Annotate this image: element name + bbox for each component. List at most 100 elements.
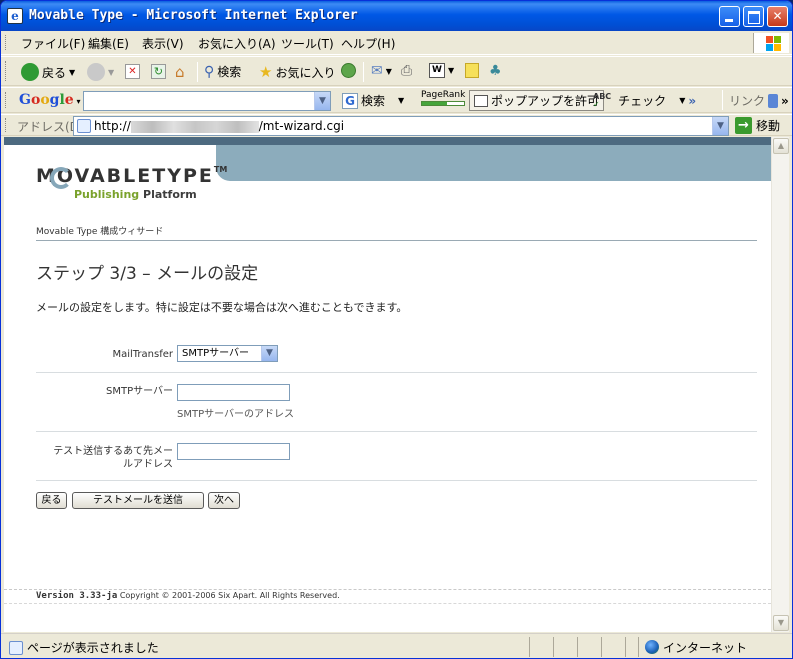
- go-button[interactable]: → 移動: [735, 117, 780, 134]
- chevron-down-icon[interactable]: ▼: [261, 346, 277, 361]
- google-search-input[interactable]: ▼: [83, 91, 331, 111]
- notes-button[interactable]: [465, 63, 479, 78]
- note-icon: [465, 63, 479, 78]
- smtp-server-input[interactable]: [177, 384, 290, 401]
- chevron-down-icon[interactable]: ▼: [712, 117, 728, 135]
- toolbar-separator: [197, 62, 198, 82]
- menu-help[interactable]: ヘルプ(H): [341, 35, 395, 52]
- back-button[interactable]: 戻る: [36, 492, 67, 509]
- row-divider: [36, 372, 757, 373]
- chevron-down-icon: ▼: [108, 67, 115, 77]
- toolbar-grip[interactable]: [5, 118, 8, 132]
- toolbar-separator: [363, 62, 364, 82]
- status-bar: ページが表示されました インターネット: [1, 633, 792, 658]
- chevron-down-icon: ▼: [679, 96, 686, 105]
- breadcrumb: Movable Type 構成ウィサード: [36, 227, 164, 237]
- refresh-icon: ↻: [151, 64, 166, 79]
- mail-transfer-select[interactable]: SMTPサーバー ▼: [177, 345, 278, 362]
- stop-button[interactable]: ✕: [125, 64, 140, 79]
- page-content: MOVABLETYPETM Publishing Platform Movabl…: [4, 137, 771, 632]
- maximize-button[interactable]: [743, 6, 764, 27]
- status-message: ページが表示されました: [9, 639, 159, 656]
- google-toolbar: Google ▾ ▼ G 検索 ▼ PageRank ポップアップを許可 ABC…: [1, 87, 792, 113]
- mail-icon: ✉: [371, 63, 383, 79]
- more-chevron-icon: »: [781, 93, 789, 108]
- ie-app-icon[interactable]: e: [7, 8, 23, 24]
- security-zone[interactable]: インターネット: [638, 637, 747, 657]
- address-bar: アドレス(D) http:///mt-wizard.cgi ▼ → 移動: [1, 114, 792, 136]
- history-icon: [341, 63, 356, 78]
- favorites-button[interactable]: ★ お気に入り: [259, 63, 335, 81]
- title-bar[interactable]: e Movable Type - Microsoft Internet Expl…: [1, 1, 792, 31]
- mail-transfer-row: MailTransfer SMTPサーバー ▼: [36, 345, 757, 365]
- messenger-button[interactable]: ♣: [489, 63, 502, 79]
- next-button[interactable]: 次へ: [208, 492, 240, 509]
- page-done-icon: [9, 640, 23, 655]
- chevron-down-icon: ▼: [448, 66, 455, 75]
- redacted-host: [130, 120, 259, 133]
- menu-edit[interactable]: 編集(E): [88, 35, 129, 52]
- stop-icon: ✕: [125, 64, 140, 79]
- menu-file[interactable]: ファイル(F): [21, 35, 85, 52]
- mail-transfer-label: MailTransfer: [112, 349, 173, 360]
- google-search-button[interactable]: G 検索 ▼: [342, 92, 404, 109]
- edit-button[interactable]: W ▼: [429, 63, 454, 78]
- mail-button[interactable]: ✉ ▼: [371, 63, 392, 79]
- menu-favorites[interactable]: お気に入り(A): [198, 35, 276, 52]
- windows-logo-icon: [753, 33, 789, 53]
- pagerank-meter[interactable]: PageRank: [421, 90, 465, 106]
- toolbar-grip[interactable]: [5, 92, 8, 108]
- menu-tools[interactable]: ツール(T): [281, 35, 334, 52]
- menu-bar: ファイル(F) 編集(E) 表示(V) お気に入り(A) ツール(T) ヘルプ(…: [1, 31, 792, 55]
- intro-text: メールの設定をします。特に設定は不要な場合は次へ進むこともできます。: [36, 301, 408, 314]
- search-button[interactable]: ⚲ 検索: [204, 63, 241, 80]
- globe-icon: [645, 640, 659, 654]
- row-divider: [36, 431, 757, 432]
- google-logo[interactable]: Google ▾: [19, 92, 81, 108]
- smtp-server-hint: SMTPサーバーのアドレス: [177, 409, 295, 420]
- back-arrow-icon: [21, 63, 39, 81]
- chevron-down-icon: ▼: [398, 96, 405, 105]
- version-text: Version 3.33-ja: [36, 591, 118, 601]
- page-title: ステップ 3/3 – メールの設定: [36, 264, 259, 284]
- print-button[interactable]: ⎙: [401, 63, 412, 79]
- spell-check-button[interactable]: ABC ✓ チェック ▼ »: [593, 92, 696, 109]
- forward-button[interactable]: ▼: [87, 63, 114, 81]
- popup-window-icon: [474, 94, 488, 107]
- home-icon: ⌂: [175, 63, 185, 81]
- chevron-down-icon: ▼: [385, 66, 392, 76]
- history-button[interactable]: [341, 63, 356, 78]
- send-test-mail-button[interactable]: テストメールを送信: [72, 492, 204, 509]
- spell-check-icon: ABC ✓: [593, 91, 612, 109]
- home-button[interactable]: ⌂: [175, 63, 185, 81]
- footer: Version 3.33-ja Copyright © 2001-2006 Si…: [36, 591, 340, 601]
- word-edit-icon: W: [429, 63, 445, 78]
- star-icon: ★: [259, 63, 273, 81]
- header-bar: [216, 145, 771, 181]
- status-divider: [529, 637, 530, 657]
- window-title: Movable Type - Microsoft Internet Explor…: [29, 8, 358, 23]
- page-icon: [77, 119, 91, 133]
- toolbar-grip[interactable]: [5, 35, 8, 50]
- links-button[interactable]: リンク »: [729, 92, 789, 109]
- scroll-down-icon[interactable]: ▼: [773, 615, 789, 631]
- minimize-button[interactable]: [719, 6, 740, 27]
- toolbar-grip[interactable]: [5, 61, 8, 81]
- row-divider: [36, 480, 757, 481]
- menu-view[interactable]: 表示(V): [142, 35, 184, 52]
- scroll-up-icon[interactable]: ▲: [773, 138, 789, 154]
- status-divider: [601, 637, 602, 657]
- test-address-input[interactable]: [177, 443, 290, 460]
- refresh-button[interactable]: ↻: [151, 64, 166, 79]
- popup-blocker-button[interactable]: ポップアップを許可: [469, 90, 605, 111]
- chevron-down-icon[interactable]: ▼: [314, 92, 330, 110]
- vertical-scrollbar[interactable]: ▲ ▼: [771, 137, 789, 632]
- status-divider: [553, 637, 554, 657]
- address-input[interactable]: http:///mt-wizard.cgi ▼: [73, 116, 729, 136]
- smtp-server-row: SMTPサーバー SMTPサーバーのアドレス: [36, 384, 757, 424]
- test-address-label: テスト送信するあて先メー ルアドレス: [53, 446, 173, 470]
- print-icon: ⎙: [401, 63, 413, 79]
- back-button[interactable]: 戻る ▼: [21, 63, 75, 81]
- close-button[interactable]: ✕: [767, 6, 788, 27]
- footer-divider: [4, 603, 771, 604]
